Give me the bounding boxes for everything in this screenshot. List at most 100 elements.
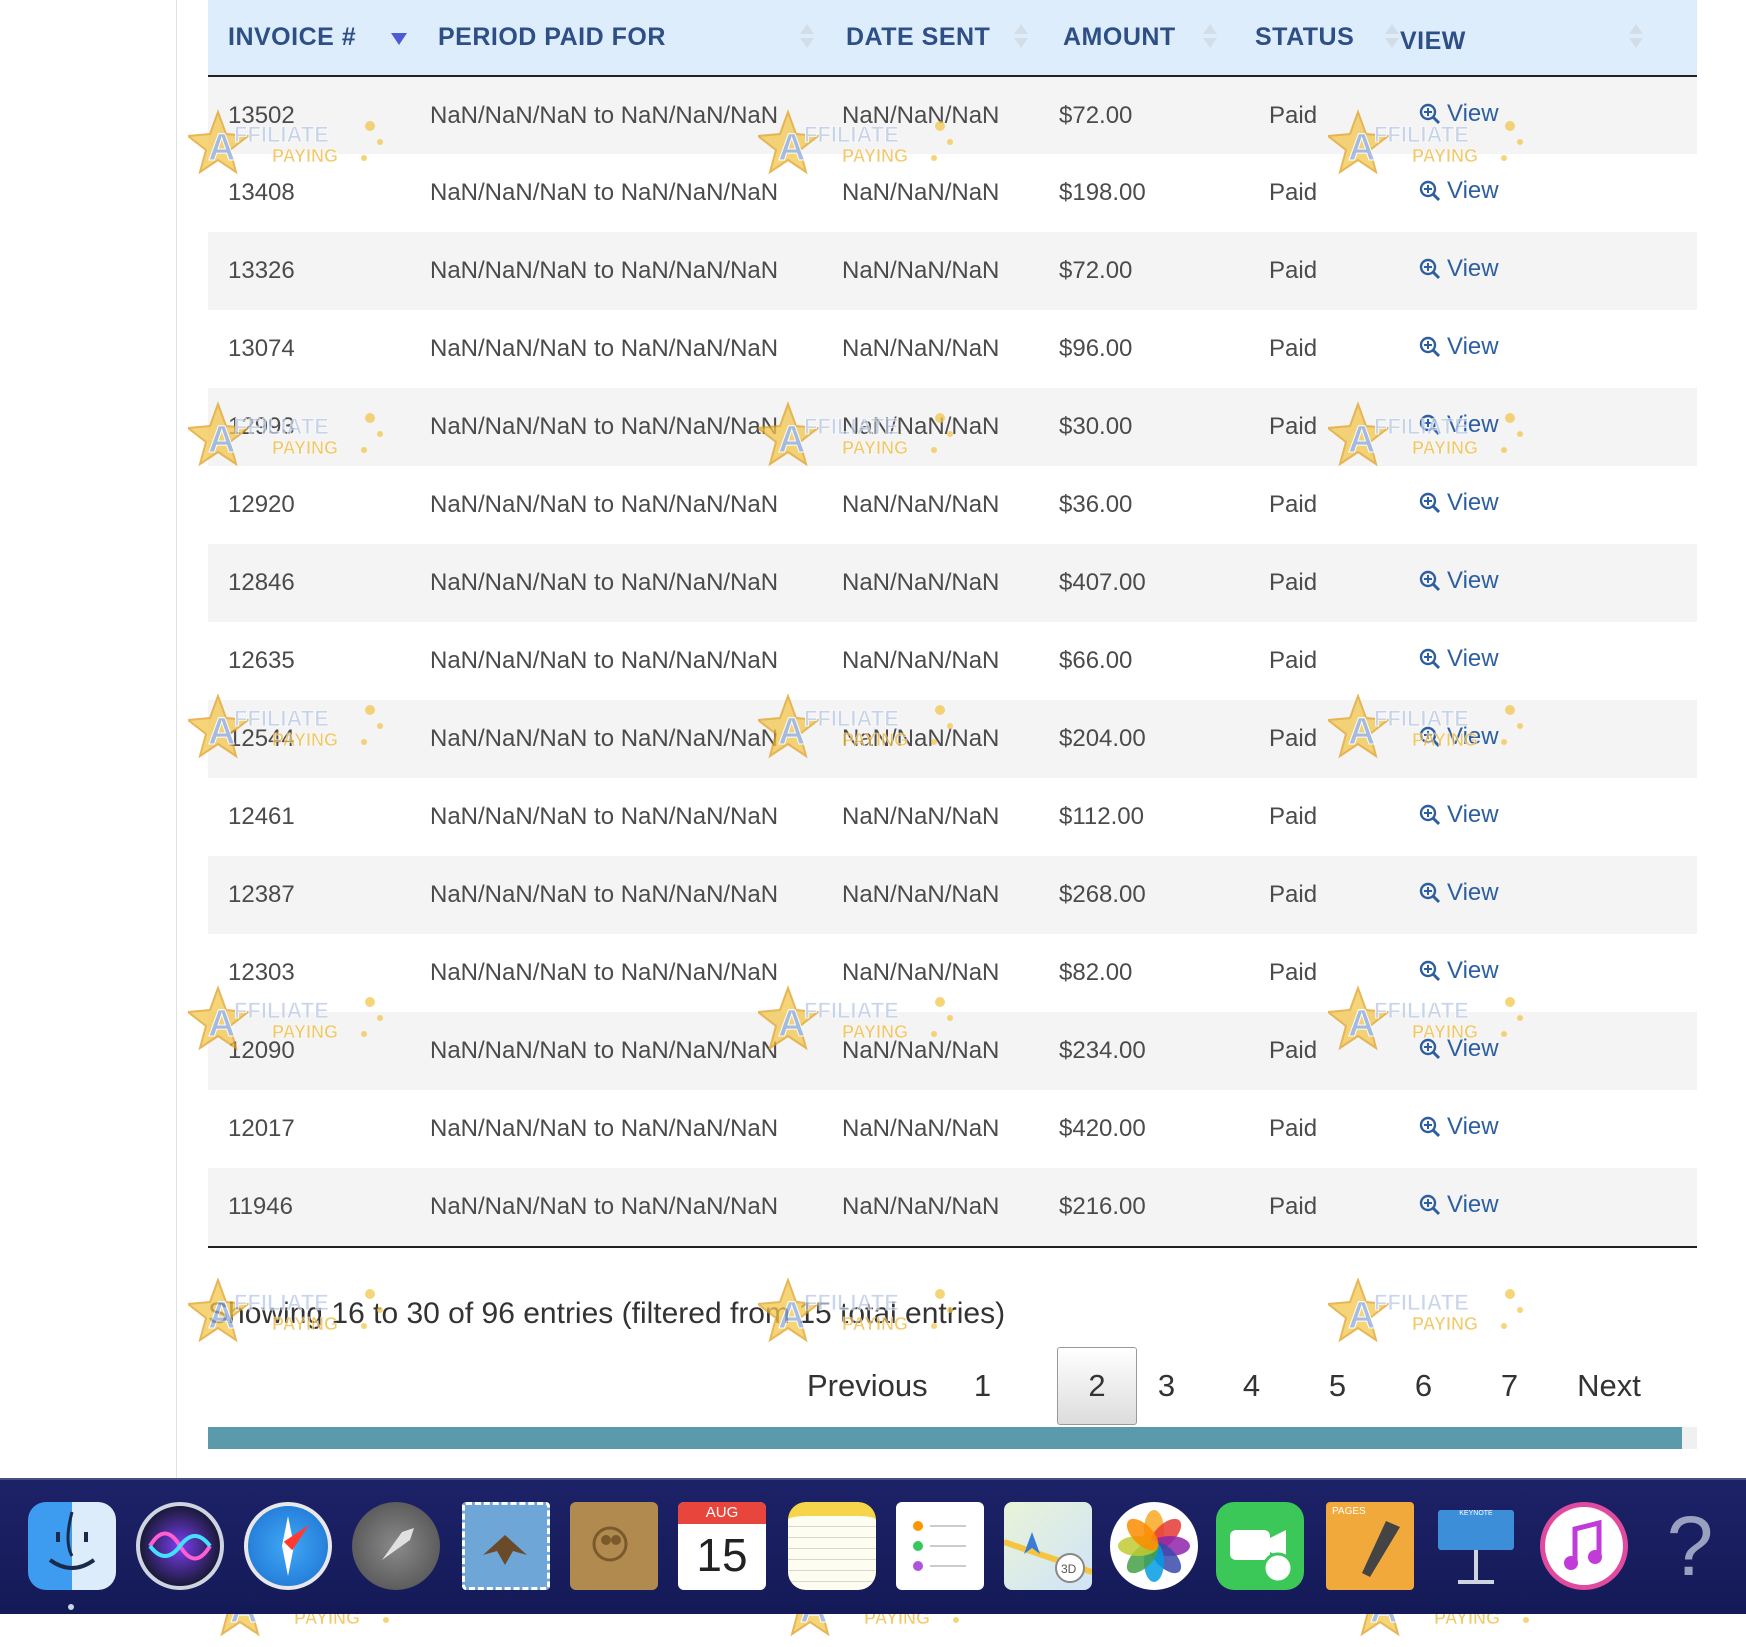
svg-text:3D: 3D <box>1061 1562 1077 1576</box>
view-label: View <box>1447 333 1499 360</box>
zoom-in-icon <box>1419 1038 1441 1060</box>
view-invoice-link[interactable]: View <box>1419 645 1499 673</box>
amount-cell: $420.00 <box>1059 1115 1146 1142</box>
previous-page-button[interactable]: Previous <box>807 1347 928 1425</box>
facetime-icon[interactable] <box>1216 1502 1304 1590</box>
zoom-in-icon <box>1419 258 1441 280</box>
view-label: View <box>1447 1113 1499 1140</box>
status-cell: Paid <box>1269 179 1318 206</box>
column-label: PERIOD PAID FOR <box>438 23 666 51</box>
invoice-number-cell: 12920 <box>228 491 295 518</box>
date-sent-cell: NaN/NaN/NaN <box>842 569 1000 596</box>
status-cell: Paid <box>1269 1193 1318 1220</box>
music-icon[interactable] <box>1540 1502 1628 1590</box>
view-invoice-link[interactable]: View <box>1419 177 1499 205</box>
page-4-button[interactable]: 4 <box>1229 1347 1274 1425</box>
period-cell: NaN/NaN/NaN to NaN/NaN/NaN <box>430 179 779 206</box>
finder-icon[interactable] <box>28 1502 116 1590</box>
column-header-status[interactable]: STATUS <box>1235 0 1407 76</box>
invoice-number-cell: 12461 <box>228 803 295 830</box>
column-header-view[interactable]: VIEW <box>1400 0 1697 76</box>
invoice-number-cell: 13408 <box>228 179 295 206</box>
period-cell: NaN/NaN/NaN to NaN/NaN/NaN <box>430 569 779 596</box>
table-row: 12387 NaN/NaN/NaN to NaN/NaN/NaN NaN/NaN/N… <box>208 856 1697 934</box>
maps-icon[interactable]: 3D <box>1003 1502 1093 1590</box>
period-cell: NaN/NaN/NaN to NaN/NaN/NaN <box>430 959 779 986</box>
keynote-label: KEYNOTE <box>1438 1510 1514 1550</box>
view-cell: View <box>1407 154 1697 232</box>
photos-icon[interactable] <box>1110 1502 1198 1590</box>
column-label: INVOICE # <box>228 23 357 51</box>
horizontal-scrollbar[interactable] <box>208 1427 1697 1449</box>
column-label: DATE SENT <box>846 23 991 51</box>
launchpad-icon[interactable] <box>352 1502 440 1590</box>
table-row: 12635 NaN/NaN/NaN to NaN/NaN/NaN NaN/NaN/N… <box>208 622 1697 700</box>
view-invoice-link[interactable]: View <box>1419 489 1499 517</box>
mail-icon[interactable] <box>462 1502 550 1590</box>
page-3-button[interactable]: 3 <box>1144 1347 1189 1425</box>
view-cell: View <box>1407 622 1697 700</box>
status-cell: Paid <box>1269 959 1318 986</box>
page-2-button[interactable]: 2 <box>1057 1347 1137 1425</box>
zoom-in-icon <box>1419 103 1441 124</box>
period-cell: NaN/NaN/NaN to NaN/NaN/NaN <box>430 1193 779 1220</box>
view-invoice-link[interactable]: View <box>1419 1035 1499 1063</box>
view-invoice-link[interactable]: View <box>1419 255 1499 283</box>
date-sent-cell: NaN/NaN/NaN <box>842 491 1000 518</box>
view-invoice-link[interactable]: View <box>1419 567 1499 595</box>
page-5-button[interactable]: 5 <box>1315 1347 1360 1425</box>
pages-icon[interactable]: PAGES <box>1326 1502 1414 1590</box>
page-6-button[interactable]: 6 <box>1401 1347 1446 1425</box>
status-cell: Paid <box>1269 101 1318 129</box>
view-invoice-link[interactable]: View <box>1419 333 1499 361</box>
help-icon[interactable]: ? <box>1646 1502 1734 1590</box>
column-label: STATUS <box>1255 23 1355 51</box>
view-label: View <box>1447 489 1499 516</box>
calendar-icon[interactable]: AUG 15 <box>678 1502 766 1590</box>
table-row: 13502 NaN/NaN/NaN to NaN/NaN/NaN NaN/NaN/N… <box>208 76 1697 154</box>
view-invoice-link[interactable]: View <box>1419 723 1499 751</box>
view-invoice-link[interactable]: View <box>1419 100 1499 128</box>
safari-icon[interactable] <box>244 1502 332 1590</box>
column-label: AMOUNT <box>1063 23 1176 51</box>
zoom-in-icon <box>1419 336 1441 358</box>
period-cell: NaN/NaN/NaN to NaN/NaN/NaN <box>430 881 779 908</box>
entries-info: Showing 16 to 30 of 96 entries (filtered… <box>208 1297 1006 1330</box>
column-label: VIEW <box>1400 27 1466 55</box>
status-cell: Paid <box>1269 569 1318 596</box>
view-cell: View <box>1407 1090 1697 1168</box>
view-label: View <box>1447 255 1499 282</box>
notes-icon[interactable] <box>788 1502 876 1590</box>
period-cell: NaN/NaN/NaN to NaN/NaN/NaN <box>430 647 779 674</box>
siri-icon[interactable] <box>136 1502 224 1590</box>
column-header-period[interactable]: PERIOD PAID FOR <box>418 0 826 76</box>
view-invoice-link[interactable]: View <box>1419 1191 1499 1219</box>
sort-both-icon <box>1629 22 1643 52</box>
view-invoice-link[interactable]: View <box>1419 801 1499 829</box>
scrollbar-thumb[interactable] <box>208 1427 1683 1449</box>
contacts-icon[interactable] <box>570 1502 658 1590</box>
date-sent-cell: NaN/NaN/NaN <box>842 803 1000 830</box>
left-sidebar-area <box>0 0 177 1478</box>
amount-cell: $36.00 <box>1059 491 1133 518</box>
view-invoice-link[interactable]: View <box>1419 957 1499 985</box>
status-cell: Paid <box>1269 881 1318 908</box>
table-row: 12544 NaN/NaN/NaN to NaN/NaN/NaN NaN/NaN/N… <box>208 700 1697 778</box>
view-cell: View <box>1407 856 1697 934</box>
column-header-date-sent[interactable]: DATE SENT <box>826 0 1043 76</box>
page-7-button[interactable]: 7 <box>1487 1347 1532 1425</box>
view-invoice-link[interactable]: View <box>1419 879 1499 907</box>
running-indicator <box>68 1604 74 1610</box>
amount-cell: $198.00 <box>1059 179 1146 206</box>
invoice-number-cell: 12017 <box>228 1115 295 1142</box>
keynote-icon[interactable]: KEYNOTE <box>1432 1502 1520 1590</box>
column-header-amount[interactable]: AMOUNT <box>1043 0 1235 76</box>
invoice-number-cell: 12090 <box>228 1037 295 1064</box>
column-header-invoice[interactable]: INVOICE # <box>208 0 418 76</box>
view-invoice-link[interactable]: View <box>1419 1113 1499 1141</box>
page-1-button[interactable]: 1 <box>960 1347 1005 1425</box>
next-page-button[interactable]: Next <box>1569 1347 1649 1425</box>
view-invoice-link[interactable]: View <box>1419 411 1499 439</box>
reminders-icon[interactable] <box>896 1502 984 1590</box>
macos-dock: AUG 15 3D PAGES KEYNOTE ? <box>0 1478 1746 1614</box>
